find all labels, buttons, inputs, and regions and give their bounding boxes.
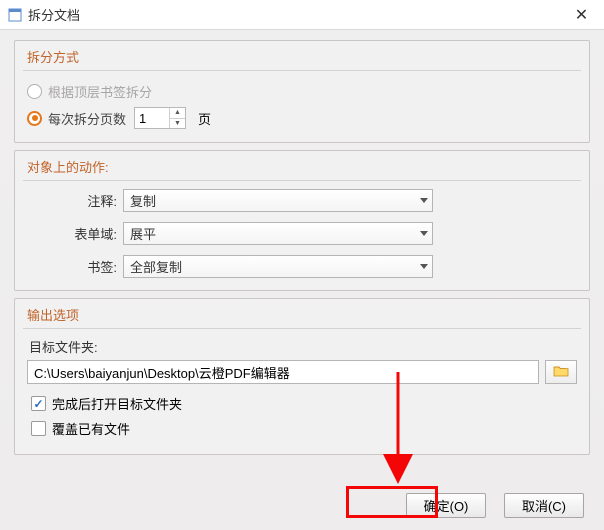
spin-up-icon[interactable]: ▲ [170,108,185,119]
pages-spin[interactable]: ▲ ▼ [134,107,186,129]
bookmark-select[interactable]: 全部复制 [123,255,433,278]
annotation-select[interactable]: 复制 [123,189,433,212]
overwrite-row[interactable]: 覆盖已有文件 [31,419,577,438]
annotation-value: 复制 [130,191,156,210]
radio-selected-icon [27,111,42,126]
window-title: 拆分文档 [28,5,559,24]
dialog-body: 拆分方式 根据顶层书签拆分 每次拆分页数 ▲ ▼ 页 对象上的动作: 注释: [0,30,604,530]
output-options-panel: 输出选项 目标文件夹: 完成后打开目标文件夹 覆盖已有文件 [14,298,590,455]
chevron-down-icon [420,231,428,236]
overwrite-label: 覆盖已有文件 [52,419,130,438]
object-actions-panel: 对象上的动作: 注释: 复制 表单域: 展平 书签: 全部复制 [14,150,590,291]
title-bar: 拆分文档 ✕ [0,0,604,30]
open-after-row[interactable]: 完成后打开目标文件夹 [31,394,577,413]
chevron-down-icon [420,198,428,203]
formfield-value: 展平 [130,224,156,243]
chevron-down-icon [420,264,428,269]
formfield-label: 表单域: [27,224,123,243]
split-method-panel: 拆分方式 根据顶层书签拆分 每次拆分页数 ▲ ▼ 页 [14,40,590,143]
spin-buttons: ▲ ▼ [169,108,185,128]
split-by-pages-row[interactable]: 每次拆分页数 ▲ ▼ 页 [27,104,577,132]
app-icon [8,8,22,22]
close-icon: ✕ [575,5,588,25]
split-by-pages-label: 每次拆分页数 [48,109,126,128]
checkbox-checked-icon [31,396,46,411]
separator [23,70,581,71]
ok-button[interactable]: 确定(O) [406,493,486,518]
object-actions-title: 对象上的动作: [27,157,577,176]
open-after-label: 完成后打开目标文件夹 [52,394,182,413]
dialog-footer: 确定(O) 取消(C) [406,493,584,518]
checkbox-unchecked-icon [31,421,46,436]
pages-unit: 页 [198,109,211,128]
bookmark-row: 书签: 全部复制 [27,255,577,278]
destination-input[interactable] [27,360,539,384]
spin-down-icon[interactable]: ▼ [170,119,185,129]
browse-button[interactable] [545,360,577,384]
separator [23,180,581,181]
destination-row [27,360,577,384]
radio-unselected-icon [27,84,42,99]
formfield-row: 表单域: 展平 [27,222,577,245]
annotation-row: 注释: 复制 [27,189,577,212]
split-by-bookmark-row[interactable]: 根据顶层书签拆分 [27,79,577,104]
folder-icon [553,364,569,380]
formfield-select[interactable]: 展平 [123,222,433,245]
destination-label: 目标文件夹: [29,337,577,356]
pages-spin-input[interactable] [135,108,169,128]
close-button[interactable]: ✕ [559,0,604,30]
output-options-title: 输出选项 [27,305,577,324]
annotation-label: 注释: [27,191,123,210]
bookmark-label: 书签: [27,257,123,276]
separator [23,328,581,329]
cancel-button[interactable]: 取消(C) [504,493,584,518]
split-by-bookmark-label: 根据顶层书签拆分 [48,82,152,101]
bookmark-value: 全部复制 [130,257,182,276]
split-method-title: 拆分方式 [27,47,577,66]
